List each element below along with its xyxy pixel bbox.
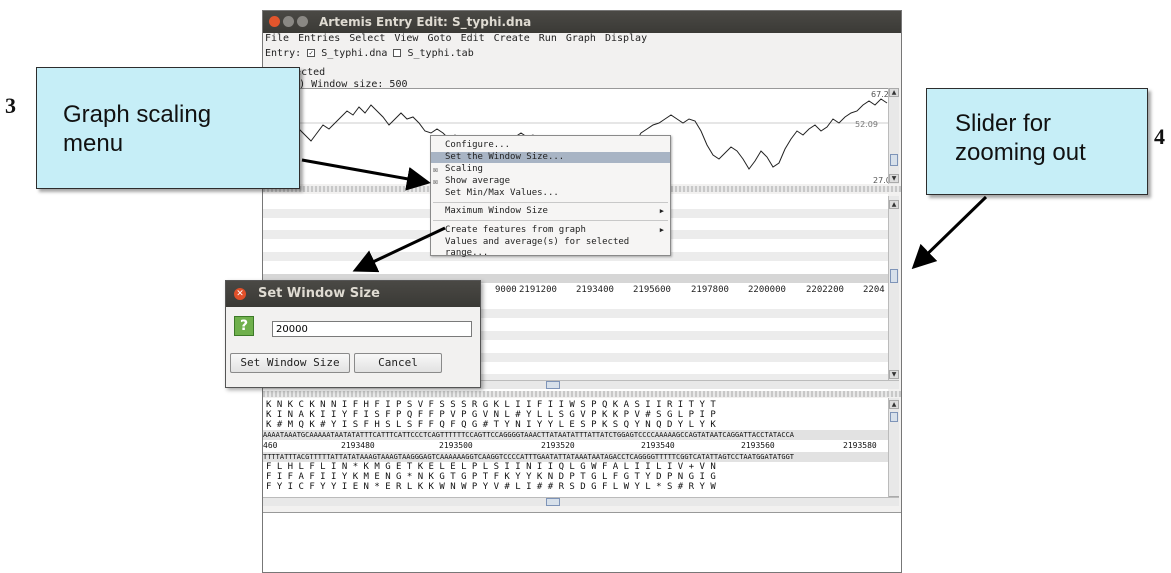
callout-right-line1: Slider for <box>955 110 1052 137</box>
callout-right-line2: zooming out <box>955 139 1086 166</box>
callout-left-line2: menu <box>63 130 124 157</box>
callout-number-4: 4 <box>1154 124 1165 149</box>
arrow-to-slider <box>911 195 988 270</box>
callout-left-line1: Graph scaling <box>63 101 212 128</box>
callout-graph-scaling-menu: Graph scaling menu <box>36 67 300 189</box>
arrow-to-popup-menu <box>301 158 431 191</box>
callout-slider-zooming-out: Slider for zooming out <box>926 88 1148 195</box>
arrow-to-dialog <box>352 226 446 273</box>
callout-number-3: 3 <box>5 93 16 118</box>
